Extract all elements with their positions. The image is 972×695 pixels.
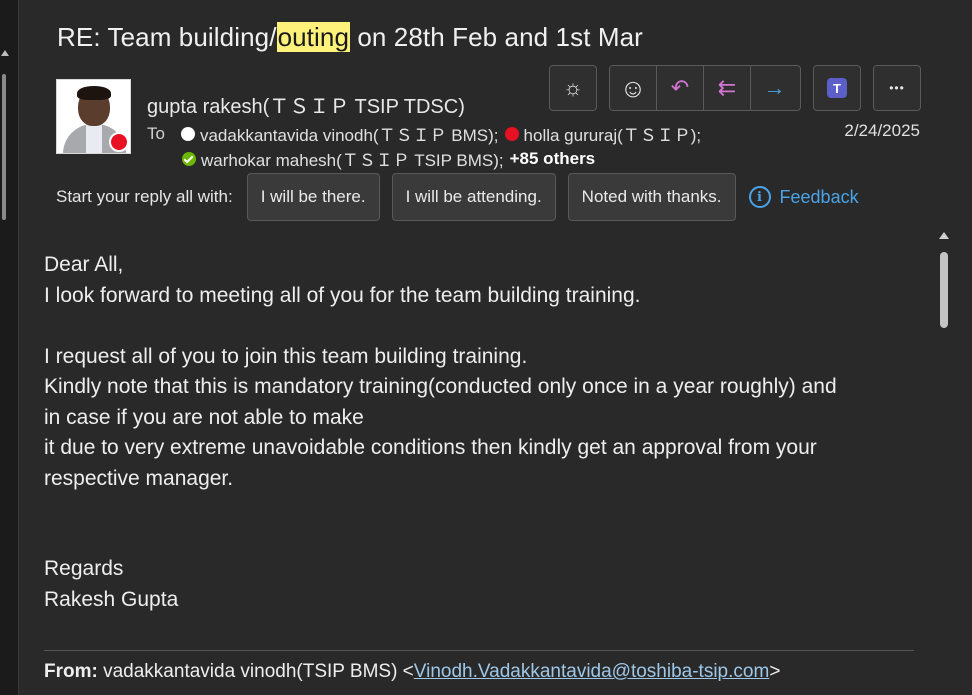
reply-icon: ↶ — [670, 75, 690, 100]
email-subject: RE: Team building/outing on 28th Feb and… — [57, 22, 643, 53]
more-icon: ••• — [889, 81, 905, 95]
suggested-reply-button[interactable]: I will be attending. — [391, 173, 556, 221]
presence-offline-icon — [180, 126, 195, 141]
brightness-icon: ☼ — [562, 75, 584, 100]
forward-button[interactable]: → — [751, 66, 798, 110]
recipients-row-2: warhokar mahesh(ＴＳＩＰ TSIP BMS); +85 othe… — [182, 146, 595, 171]
reply-all-icon: ⇇ — [717, 75, 737, 100]
teams-icon: T — [827, 78, 847, 98]
body-line: respective manager. — [44, 466, 234, 490]
recipients-row: To vadakkantavida vinodh(ＴＳＩＰ BMS); holl… — [147, 121, 707, 146]
body-line: Dear All, — [44, 253, 124, 276]
more-recipients-link[interactable]: +85 others — [510, 149, 596, 169]
reply-all-button[interactable]: ⇇ — [704, 66, 751, 110]
scroll-up-arrow-icon[interactable] — [1, 50, 9, 56]
suggested-replies-label: Start your reply all with: — [56, 187, 233, 206]
quoted-email-link[interactable]: Vinodh.Vadakkantavida@toshiba-tsip.com — [414, 661, 770, 682]
quoted-from-name: vadakkantavida vinodh(TSIP BMS) < — [97, 661, 414, 682]
body-line: in case if you are not able to make — [44, 405, 364, 429]
outer-scrollbar[interactable] — [0, 0, 10, 695]
quoted-close: > — [769, 661, 781, 682]
quoted-divider — [44, 650, 914, 651]
message-scrollbar[interactable] — [936, 228, 952, 695]
busy-status-icon — [109, 132, 129, 152]
body-line: I look forward to meeting all of you for… — [44, 283, 641, 307]
emoji-icon: ☺ — [619, 72, 647, 103]
suggested-reply-button[interactable]: I will be there. — [246, 173, 380, 221]
teams-chat-button[interactable]: T — [814, 66, 860, 110]
more-button-group: ••• — [873, 65, 921, 111]
sender-avatar[interactable] — [56, 79, 131, 154]
recipient-item[interactable]: vadakkantavida vinodh(ＴＳＩＰ BMS); — [200, 121, 499, 146]
avatar-shirt — [86, 124, 102, 153]
body-line: Kindly note that this is mandatory train… — [44, 375, 837, 398]
reply-button-group: ☺ ↶ ⇇ → — [609, 65, 801, 111]
info-icon: i — [748, 186, 771, 208]
subject-suffix: on 28th Feb and 1st Mar — [350, 22, 643, 52]
recipient-item[interactable]: warhokar mahesh(ＴＳＩＰ TSIP BMS); — [201, 146, 504, 171]
more-actions-button[interactable]: ••• — [874, 66, 920, 110]
presence-busy-icon — [504, 126, 519, 141]
suggested-replies-bar: Start your reply all with: I will be the… — [56, 173, 859, 221]
reading-pane: RE: Team building/outing on 28th Feb and… — [18, 0, 972, 695]
forward-icon: → — [763, 75, 786, 100]
quoted-from-line: From: vadakkantavida vinodh(TSIP BMS) <V… — [44, 661, 780, 683]
subject-prefix: RE: Team building/ — [57, 22, 277, 52]
feedback-label: Feedback — [779, 186, 859, 207]
quoted-from-label: From: — [44, 661, 98, 682]
avatar-hair — [77, 86, 111, 100]
presence-available-icon — [182, 151, 196, 166]
body-line: Regards — [44, 557, 124, 580]
feedback-link[interactable]: i Feedback — [748, 186, 859, 208]
to-label: To — [147, 123, 165, 143]
subject-highlight: outing — [276, 22, 351, 52]
sent-date: 2/24/2025 — [844, 121, 920, 140]
recipient-item[interactable]: holla gururaj(ＴＳＩＰ); — [524, 121, 702, 146]
reply-button[interactable]: ↶ — [657, 66, 704, 110]
body-line: Rakesh Gupta — [44, 587, 179, 611]
scroll-up-arrow-icon[interactable] — [939, 232, 949, 239]
suggested-reply-button[interactable]: Noted with thanks. — [567, 173, 736, 221]
body-line: I request all of you to join this team b… — [44, 344, 528, 368]
sender-name[interactable]: gupta rakesh(ＴＳＩＰ TSIP TDSC) — [147, 90, 465, 119]
reactions-button[interactable]: ☺ — [610, 66, 657, 110]
message-body: Dear All, I look forward to meeting all … — [44, 250, 924, 615]
teams-button-group: T — [813, 65, 861, 111]
message-scroll-thumb[interactable] — [940, 252, 948, 328]
toggle-background-button[interactable]: ☼ — [550, 66, 596, 110]
outer-scroll-thumb[interactable] — [2, 74, 6, 220]
body-line: it due to very extreme unavoidable condi… — [44, 436, 817, 459]
brightness-button-group: ☼ — [549, 65, 597, 111]
